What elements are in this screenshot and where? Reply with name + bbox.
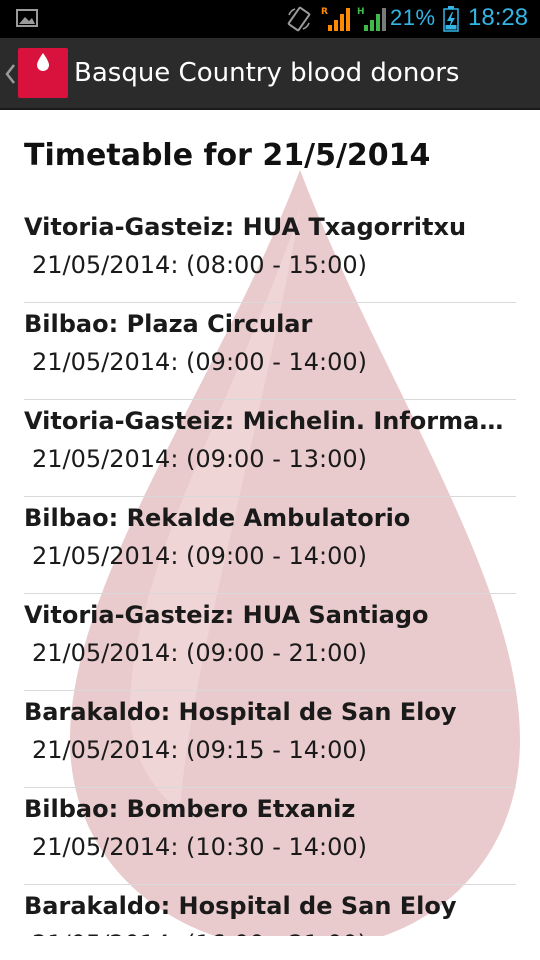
schedule-time: 21/05/2014: (10:30 - 14:00) [32,833,368,861]
list-item[interactable]: Vitoria-Gasteiz: HUA Santiago 21/05/2014:… [24,594,516,691]
action-bar: Basque Country blood donors [0,38,540,110]
timetable-list: Vitoria-Gasteiz: HUA Txagorritxu 21/05/20… [24,206,516,936]
battery-percent: 21% [390,5,436,30]
schedule-time: 21/05/2014: (09:00 - 14:00) [32,348,368,376]
clock: 18:28 [468,4,529,31]
schedule-time: 21/05/2014: (09:15 - 14:00) [32,736,368,764]
location-name: Bilbao: Rekalde Ambulatorio [24,504,411,532]
list-item[interactable]: Vitoria-Gasteiz: HUA Txagorritxu 21/05/20… [24,206,516,303]
location-name: Vitoria-Gasteiz: HUA Santiago [24,601,429,629]
list-item[interactable]: Bilbao: Bombero Etxaniz 21/05/2014: (10:3… [24,788,516,885]
timetable-panel: Timetable for 21/5/2014 Vitoria-Gasteiz:… [0,110,540,936]
location-name: Bilbao: Plaza Circular [24,310,313,338]
chevron-left-icon[interactable] [4,63,16,85]
schedule-time: 21/05/2014: (09:00 - 13:00) [32,445,368,473]
content-area[interactable]: Timetable for 21/5/2014 Vitoria-Gasteiz:… [0,110,540,936]
list-item[interactable]: Barakaldo: Hospital de San Eloy21/05/201… [24,885,516,936]
app-title: Basque Country blood donors [74,58,460,88]
location-name: Vitoria-Gasteiz: HUA Txagorritxu [24,213,467,241]
status-bar: R H 21% 18:28 [0,0,540,38]
signal-icon: R [321,7,350,31]
list-item[interactable]: Barakaldo: Hospital de San Eloy 21/05/201… [24,691,516,788]
location-name: Barakaldo: Hospital de San Eloy [24,892,457,920]
list-item[interactable]: Bilbao: Plaza Circular 21/05/2014: (09:00… [24,303,516,400]
list-item[interactable]: Vitoria-Gasteiz: Michelin. Informazio Z…… [24,400,516,497]
screen-rotation-icon [287,6,311,32]
blood-drop-logo-icon[interactable] [18,48,68,98]
schedule-time: 21/05/2014: (08:00 - 15:00) [32,251,368,279]
roaming-label: R [321,7,328,17]
location-name: Vitoria-Gasteiz: Michelin. Informazio Z… [24,407,516,435]
schedule-time: 21/05/2014: (09:00 - 21:00) [32,639,368,667]
battery-charging-icon [443,6,459,32]
image-icon [16,9,38,27]
schedule-time: 21/05/2014: (09:00 - 14:00) [32,542,368,570]
location-name: Barakaldo: Hospital de San Eloy [24,698,457,726]
bottom-edge [0,936,540,960]
page-title: Timetable for 21/5/2014 [24,138,431,173]
hspa-label: H [357,7,365,17]
list-item[interactable]: Bilbao: Rekalde Ambulatorio 21/05/2014: (… [24,497,516,594]
signal-icon: H [357,7,386,31]
location-name: Bilbao: Bombero Etxaniz [24,795,356,823]
